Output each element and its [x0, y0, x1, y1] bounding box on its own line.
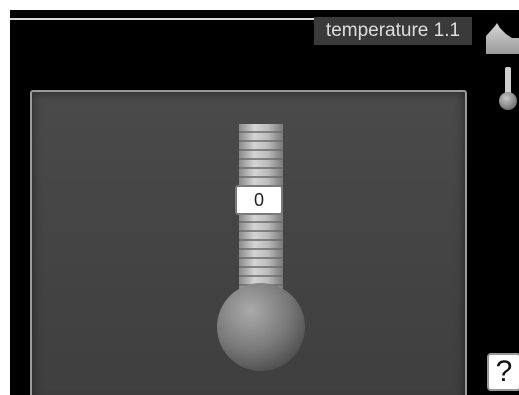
header-line: [10, 18, 315, 20]
display-screen: temperature 1.1 0 ?: [10, 10, 519, 395]
help-button[interactable]: ?: [487, 353, 519, 391]
temperature-panel: 0: [30, 90, 467, 395]
home-icon: [486, 23, 519, 54]
thermometer-graphic: [217, 124, 305, 371]
temperature-value[interactable]: 0: [235, 185, 283, 215]
thermometer-icon: [499, 67, 517, 110]
menu-title: temperature 1.1: [314, 17, 472, 45]
